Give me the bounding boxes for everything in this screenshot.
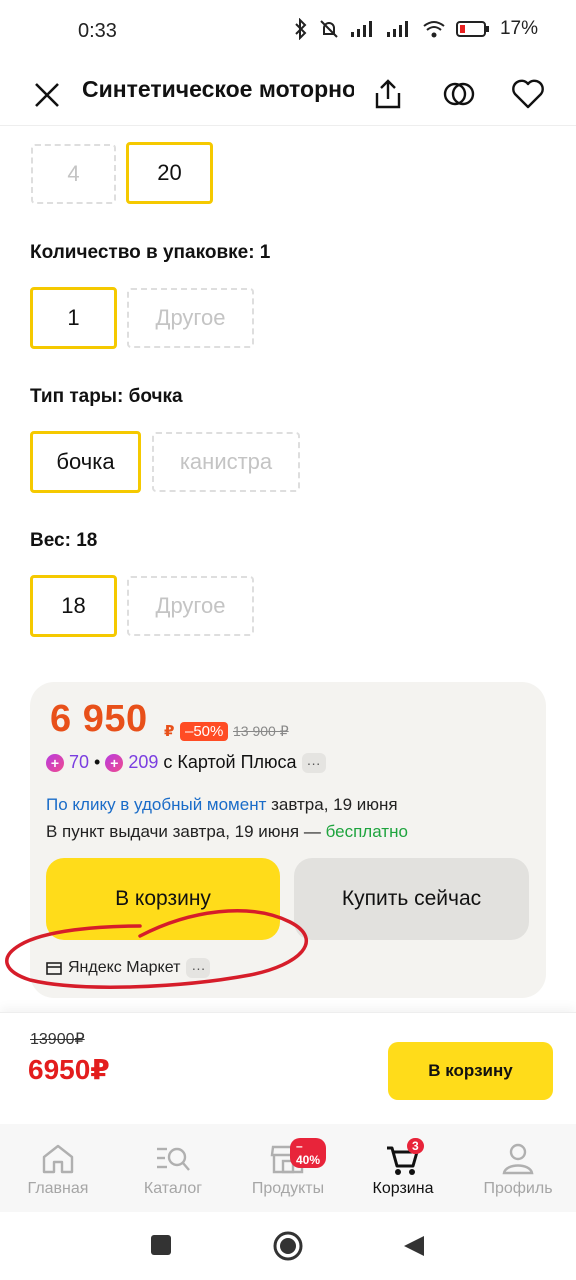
status-bar: 0:33 17% [0, 0, 576, 64]
discount-badge: –50% [180, 722, 229, 741]
delivery-link[interactable]: По клику в удобный момент [46, 795, 266, 814]
seller-row[interactable]: Яндекс Маркет ··· [46, 958, 211, 978]
option-volume-4[interactable]: 4 [31, 144, 116, 204]
home-icon [42, 1144, 74, 1174]
signal-icon [350, 21, 372, 37]
nav-item-products[interactable]: –40% Продукты [233, 1124, 343, 1212]
profile-icon [502, 1143, 534, 1175]
option-weight-other[interactable]: Другое [127, 576, 254, 636]
pickup-free: бесплатно [325, 822, 408, 841]
wifi-icon [423, 21, 445, 38]
more-icon[interactable]: ··· [301, 752, 326, 773]
battery-percent: 17% [499, 18, 538, 39]
bluetooth-icon [295, 18, 307, 40]
container-type-label: Тип тары: бочка [30, 386, 183, 407]
products-discount-badge: –40% [290, 1138, 327, 1168]
seller-name: Яндекс Маркет [68, 959, 181, 976]
nav-item-home[interactable]: Главная [3, 1124, 113, 1212]
nav-label-products: Продукты [251, 1180, 325, 1197]
page-title: Синтетическое моторное масло [82, 76, 354, 102]
plus-points: 70 [69, 752, 90, 772]
heart-icon [512, 79, 544, 109]
share-icon [375, 79, 401, 109]
pickup-text: В пункт выдачи завтра, 19 июня — [46, 822, 326, 841]
nav-item-catalog[interactable]: Каталог [118, 1124, 228, 1212]
compare-icon [443, 82, 475, 106]
close-button[interactable] [28, 74, 68, 114]
offer-card: 6 950 ₽ –50% 13 900 ₽ + 70 • + 209 с Кар… [30, 682, 546, 998]
plus-cashback-row[interactable]: + 70 • + 209 с Картой Плюса ··· [46, 752, 326, 773]
signal-icon-2 [386, 21, 408, 37]
mute-icon [320, 20, 338, 38]
catalog-search-icon [157, 1147, 190, 1171]
bottom-nav: Главная Каталог –40% Продукты 3 Корзина … [0, 1124, 576, 1212]
recents-button[interactable] [150, 1234, 172, 1256]
pack-qty-label: Количество в упаковке: 1 [30, 242, 271, 263]
option-weight-18[interactable]: 18 [30, 575, 117, 637]
option-container-barrel[interactable]: бочка [30, 431, 141, 493]
seller-more-icon[interactable]: ··· [186, 958, 211, 978]
nav-label-cart: Корзина [372, 1180, 434, 1197]
status-time: 0:33 [78, 20, 117, 42]
delivery-courier: По клику в удобный момент завтра, 19 июн… [46, 795, 398, 815]
separator-dot: • [94, 752, 101, 772]
weight-label: Вес: 18 [30, 530, 98, 551]
system-nav-bar [0, 1212, 576, 1280]
offer-price: 6 950 [50, 698, 148, 740]
add-to-cart-button[interactable]: В корзину [46, 858, 280, 940]
option-pack-other[interactable]: Другое [127, 288, 254, 348]
old-price: 13 900 ₽ [233, 723, 289, 739]
offer-currency: ₽ [164, 723, 175, 740]
share-button[interactable] [366, 72, 410, 116]
sticky-buy-bar: 13900₽ 6950₽ В корзину [0, 1012, 576, 1124]
plus-points-icon: + [46, 753, 64, 772]
cart-count-badge: 3 [407, 1138, 424, 1154]
nav-item-cart[interactable]: 3 Корзина [348, 1124, 458, 1212]
compare-button[interactable] [437, 72, 481, 116]
close-icon [35, 83, 59, 107]
nav-label-profile: Профиль [483, 1180, 553, 1197]
home-button[interactable] [272, 1230, 304, 1262]
product-header: Синтетическое моторное масло [0, 64, 576, 126]
option-container-canister[interactable]: канистра [152, 432, 300, 492]
nav-item-profile[interactable]: Профиль [463, 1124, 573, 1212]
sticky-price: 6950₽ [28, 1054, 110, 1085]
option-volume-20[interactable]: 20 [126, 142, 213, 204]
back-button[interactable] [402, 1234, 426, 1258]
plus-points-card: 209 [128, 752, 159, 772]
battery-icon [455, 21, 489, 37]
delivery-date: завтра, 19 июня [266, 795, 398, 814]
buy-now-button[interactable]: Купить сейчас [294, 858, 529, 940]
sticky-old-price: 13900₽ [30, 1031, 85, 1048]
status-icons: 17% [294, 18, 538, 40]
nav-label-home: Главная [27, 1180, 89, 1197]
option-pack-1[interactable]: 1 [30, 287, 117, 349]
store-icon [46, 962, 62, 975]
favorite-button[interactable] [506, 72, 550, 116]
nav-label-catalog: Каталог [143, 1180, 203, 1197]
delivery-pickup: В пункт выдачи завтра, 19 июня — бесплат… [46, 822, 408, 842]
plus-card-icon: + [105, 753, 124, 772]
plus-card-text: с Картой Плюса [163, 752, 297, 772]
sticky-add-to-cart-button[interactable]: В корзину [388, 1042, 553, 1100]
